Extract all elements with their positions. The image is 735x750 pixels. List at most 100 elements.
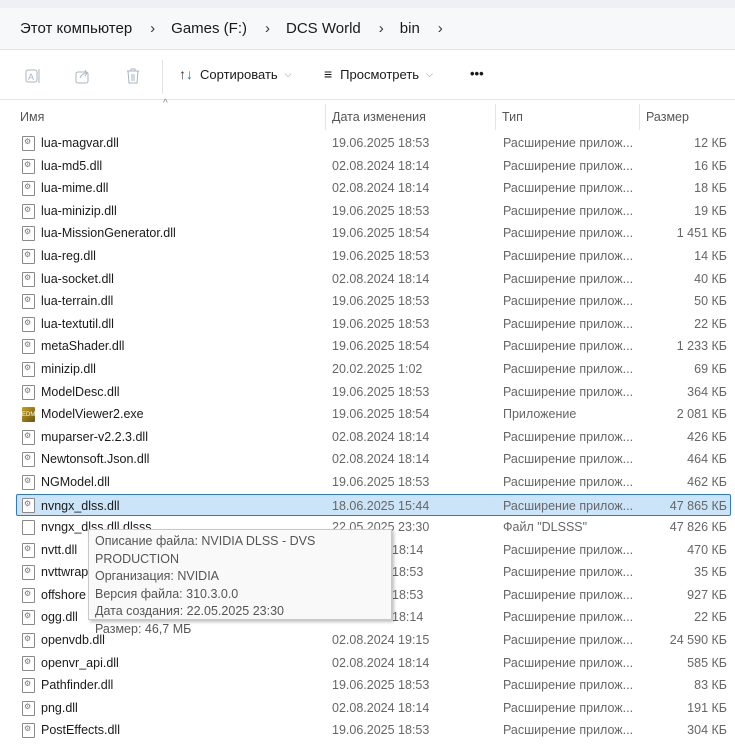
file-row[interactable]: lua-socket.dll 02.08.2024 18:14 Расширен… (0, 268, 735, 291)
file-date: 19.06.2025 18:54 (332, 407, 430, 422)
file-size: 426 КБ (687, 429, 727, 444)
file-date: 02.08.2024 18:14 (332, 700, 430, 715)
file-name: ModelViewer2.exe (41, 407, 144, 422)
file-row[interactable]: openvr_api.dll 02.08.2024 18:14 Расширен… (0, 652, 735, 675)
file-date: 18:14 (392, 542, 424, 557)
dll-file-icon (22, 565, 35, 581)
dll-file-icon (22, 587, 35, 603)
file-size: 22 КБ (694, 316, 727, 331)
file-name: metaShader.dll (41, 339, 125, 354)
view-label: Просмотреть (340, 66, 420, 82)
file-row[interactable]: lua-minizip.dll 19.06.2025 18:53 Расшире… (0, 200, 735, 223)
share-icon[interactable] (72, 65, 94, 87)
file-row[interactable]: lua-md5.dll 02.08.2024 18:14 Расширение … (0, 155, 735, 178)
file-date: 19.06.2025 18:53 (332, 678, 430, 693)
file-type: Расширение прилож... (503, 700, 634, 715)
file-name: muparser-v2.2.3.dll (41, 429, 148, 444)
file-name: openvr_api.dll (41, 655, 119, 670)
file-name: lua-minizip.dll (41, 203, 117, 218)
file-row[interactable]: NGModel.dll 19.06.2025 18:53 Расширение … (0, 471, 735, 494)
file-date: 19.06.2025 18:53 (332, 723, 430, 738)
file-name: offshore (41, 587, 86, 602)
dll-file-icon (22, 474, 35, 490)
file-name: lua-reg.dll (41, 248, 96, 263)
file-type: Расширение прилож... (503, 474, 634, 489)
file-row[interactable]: lua-MissionGenerator.dll 19.06.2025 18:5… (0, 222, 735, 245)
breadcrumb[interactable]: Этот компьютер › Games (F:) › DCS World › b… (0, 8, 735, 50)
dll-file-icon (22, 203, 35, 219)
file-row[interactable]: lua-terrain.dll 19.06.2025 18:53 Расшире… (0, 290, 735, 313)
file-type: Расширение прилож... (503, 294, 634, 309)
more-options-button[interactable]: ••• (470, 66, 484, 81)
file-name: lua-textutil.dll (41, 316, 114, 331)
file-row[interactable]: minizip.dll 20.02.2025 1:02 Расширение п… (0, 358, 735, 381)
file-row[interactable]: PostEffects.dll 19.06.2025 18:53 Расшире… (0, 719, 735, 742)
crumb-games[interactable]: Games (F:) (171, 20, 247, 37)
file-type: Расширение прилож... (503, 136, 634, 150)
tooltip-company: Организация: NVIDIA (95, 569, 220, 584)
file-type: Расширение прилож... (503, 429, 634, 444)
file-date: 19.06.2025 18:53 (332, 203, 430, 218)
file-type: Расширение прилож... (503, 226, 634, 241)
file-type: Расширение прилож... (503, 384, 634, 399)
chevron-right-icon[interactable]: › (379, 20, 384, 37)
file-type: Приложение (503, 407, 577, 422)
chevron-right-icon[interactable]: › (438, 20, 443, 37)
file-row[interactable]: lua-reg.dll 19.06.2025 18:53 Расширение … (0, 245, 735, 268)
file-size: 927 КБ (687, 587, 727, 602)
file-date: 19.06.2025 18:54 (332, 226, 430, 241)
file-type: Файл "DLSSS" (503, 520, 588, 535)
dll-file-icon (22, 429, 35, 445)
file-size: 24 590 КБ (669, 633, 727, 648)
dll-file-icon (22, 542, 35, 558)
file-row[interactable]: lua-mime.dll 02.08.2024 18:14 Расширение… (0, 177, 735, 200)
tooltip-version: Версия файла: 310.3.0.0 (95, 586, 239, 601)
dll-file-icon (22, 226, 35, 242)
file-name: lua-MissionGenerator.dll (41, 226, 176, 241)
file-row[interactable]: ModelDesc.dll 19.06.2025 18:53 Расширени… (0, 381, 735, 404)
dll-file-icon (22, 158, 35, 174)
dll-file-icon (22, 181, 35, 197)
sort-button[interactable]: ↑↓ Сортировать ⌵ (179, 66, 292, 82)
file-date: 19.06.2025 18:53 (332, 316, 430, 331)
file-name: minizip.dll (41, 361, 96, 376)
column-size[interactable]: Размер (640, 104, 735, 130)
file-row[interactable]: lua-textutil.dll 19.06.2025 18:53 Расшир… (0, 313, 735, 336)
file-row[interactable]: Newtonsoft.Json.dll 02.08.2024 18:14 Рас… (0, 448, 735, 471)
crumb-this-pc[interactable]: Этот компьютер (20, 20, 132, 37)
file-date: 02.08.2024 18:14 (332, 158, 430, 173)
file-size: 14 КБ (694, 248, 727, 263)
file-size: 40 КБ (694, 271, 727, 286)
file-type: Расширение прилож... (503, 203, 634, 218)
file-row[interactable]: metaShader.dll 19.06.2025 18:54 Расширен… (0, 335, 735, 358)
file-row[interactable]: muparser-v2.2.3.dll 02.08.2024 18:14 Рас… (0, 426, 735, 449)
view-button[interactable]: ≡ Просмотреть ⌵ (324, 66, 433, 82)
column-type[interactable]: Тип (496, 104, 640, 130)
file-row[interactable]: Pathfinder.dll 19.06.2025 18:53 Расширен… (0, 674, 735, 697)
tooltip-size: Размер: 46,7 МБ (95, 621, 192, 636)
dll-file-icon (22, 610, 35, 626)
tooltip-created: Дата создания: 22.05.2025 23:30 (95, 604, 284, 619)
file-name: PostEffects.dll (41, 723, 120, 738)
file-row[interactable]: ModelViewer2.exe 19.06.2025 18:54 Прилож… (0, 403, 735, 426)
file-row[interactable]: lua-magvar.dll 19.06.2025 18:53 Расширен… (0, 132, 735, 155)
svg-text:A: A (28, 72, 34, 82)
column-date[interactable]: Дата изменения (326, 104, 496, 130)
file-date: 18:53 (392, 587, 424, 602)
file-row[interactable]: png.dll 02.08.2024 18:14 Расширение прил… (0, 697, 735, 720)
rename-icon[interactable]: A (22, 65, 44, 87)
chevron-right-icon[interactable]: › (150, 20, 155, 37)
delete-icon[interactable] (122, 65, 144, 87)
file-row[interactable]: nvngx_dlss.dll 18.06.2025 15:44 Расширен… (16, 493, 731, 517)
crumb-bin[interactable]: bin (400, 20, 420, 37)
crumb-dcs-world[interactable]: DCS World (286, 20, 361, 37)
file-name: lua-mime.dll (41, 181, 109, 196)
column-name[interactable]: Имя (14, 104, 326, 130)
chevron-down-icon: ⌵ (284, 68, 292, 79)
file-size: 304 КБ (687, 723, 727, 738)
dll-file-icon (22, 271, 35, 287)
file-size: 50 КБ (694, 294, 727, 309)
file-type: Расширение прилож... (503, 655, 634, 670)
chevron-right-icon[interactable]: › (265, 20, 270, 37)
file-type: Расширение прилож... (503, 498, 634, 513)
